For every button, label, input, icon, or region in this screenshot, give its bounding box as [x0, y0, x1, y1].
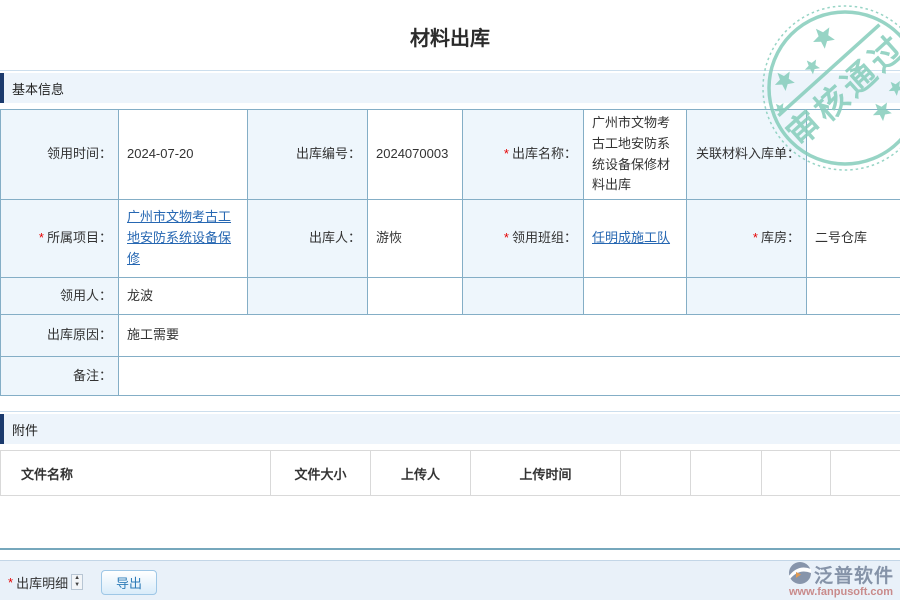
field-label-remarks: 备注：	[1, 357, 119, 396]
empty-label-cell	[248, 278, 368, 315]
field-value-project: 广州市文物考古工地安防系统设备保修	[119, 200, 248, 278]
material-outbound-page: 材料出库 基本信息 领用时间： 2024-07-20 出库编号： 2024070…	[0, 0, 900, 600]
attach-col-empty	[831, 451, 900, 496]
field-value-outbound-reason: 施工需要	[119, 315, 900, 357]
empty-value-cell	[368, 278, 463, 315]
field-value-outbound-number: 2024070003	[368, 110, 463, 200]
section-attachments-heading: 附件	[12, 420, 38, 439]
field-label-warehouse: *库房：	[687, 200, 807, 278]
vendor-url[interactable]: www.fanpusoft.com	[788, 586, 894, 598]
field-label-requisition-time: 领用时间：	[1, 110, 119, 200]
field-label-outbound-number: 出库编号：	[248, 110, 368, 200]
field-label-related-inbound-order: 关联材料入库单：	[687, 110, 807, 200]
vendor-name: 泛普软件	[814, 561, 894, 588]
export-button[interactable]: 导出	[101, 570, 157, 595]
field-label-recipient: 领用人：	[1, 278, 119, 315]
outbound-detail-label: 出库明细	[16, 573, 68, 592]
section-attachments: 附件	[0, 414, 900, 444]
section-basic-info: 基本信息	[0, 73, 900, 103]
required-marker: *	[8, 575, 13, 590]
spinner-up-icon[interactable]: ▲	[72, 575, 82, 582]
field-label-requisition-team: *领用班组：	[463, 200, 584, 278]
attachments-empty-area	[0, 496, 900, 550]
project-link[interactable]: 广州市文物考古工地安防系统设备保修	[127, 209, 231, 266]
field-value-remarks	[119, 357, 900, 396]
detail-spinner[interactable]: ▲ ▼	[71, 574, 83, 590]
attach-col-file-name: 文件名称	[1, 451, 271, 496]
empty-label-cell	[463, 278, 584, 315]
field-label-outbound-reason: 出库原因：	[1, 315, 119, 357]
vendor-logo-icon	[788, 561, 812, 588]
section-basic-info-heading: 基本信息	[12, 79, 64, 98]
basic-info-table: 领用时间： 2024-07-20 出库编号： 2024070003 *出库名称：…	[0, 109, 900, 396]
field-value-recipient: 龙波	[119, 278, 248, 315]
field-value-warehouse: 二号仓库	[807, 200, 900, 278]
required-marker: *	[39, 230, 44, 245]
empty-value-cell	[584, 278, 687, 315]
spinner-down-icon[interactable]: ▼	[72, 582, 82, 589]
attach-col-empty	[691, 451, 762, 496]
divider	[0, 70, 900, 71]
empty-value-cell	[807, 278, 900, 315]
attachments-table: 文件名称 文件大小 上传人 上传时间	[0, 450, 900, 496]
page-title: 材料出库	[0, 24, 900, 54]
attach-col-upload-time: 上传时间	[471, 451, 621, 496]
empty-label-cell	[687, 278, 807, 315]
field-label-outbound-name: *出库名称：	[463, 110, 584, 200]
required-marker: *	[504, 146, 509, 161]
divider	[0, 411, 900, 412]
required-marker: *	[504, 230, 509, 245]
attach-col-empty	[621, 451, 691, 496]
attach-col-empty	[762, 451, 831, 496]
field-value-outbound-name: 广州市文物考古工地安防系统设备保修材料出库	[584, 110, 687, 200]
vendor-logo: 泛普软件 www.fanpusoft.com	[788, 561, 894, 598]
field-value-requisition-time: 2024-07-20	[119, 110, 248, 200]
field-label-project: *所属项目：	[1, 200, 119, 278]
footer-bar: * 出库明细 ▲ ▼ 导出	[0, 560, 900, 600]
field-label-issuer: 出库人：	[248, 200, 368, 278]
attach-col-file-size: 文件大小	[271, 451, 371, 496]
attach-col-uploader: 上传人	[371, 451, 471, 496]
team-link[interactable]: 任明成施工队	[592, 230, 670, 245]
field-value-issuer: 游恢	[368, 200, 463, 278]
field-value-related-inbound-order	[807, 110, 900, 200]
required-marker: *	[753, 230, 758, 245]
field-value-requisition-team: 任明成施工队	[584, 200, 687, 278]
